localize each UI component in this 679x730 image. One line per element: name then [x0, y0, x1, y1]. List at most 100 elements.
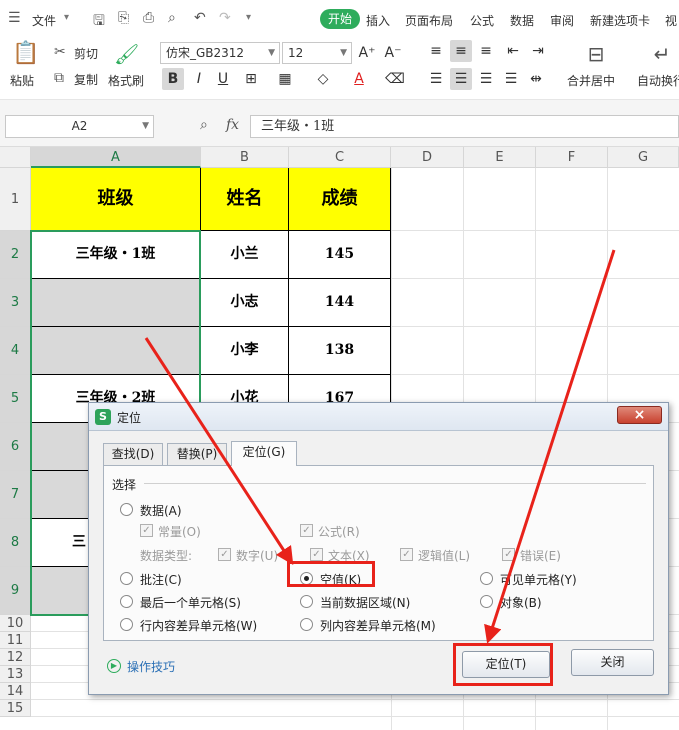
label-objects[interactable]: 对象(B)	[500, 594, 542, 611]
column-header-d[interactable]: D	[391, 147, 464, 168]
align-bottom-icon[interactable]: ≡	[475, 40, 497, 62]
label-visible[interactable]: 可见单元格(Y)	[500, 571, 577, 588]
label-logical[interactable]: 逻辑值(L)	[418, 547, 470, 564]
tab-replace[interactable]: 替换(P)	[167, 443, 227, 465]
row-header[interactable]: 4	[0, 327, 31, 375]
dialog-titlebar[interactable]: S 定位 ×	[89, 403, 668, 431]
tab-formulas[interactable]: 公式	[470, 12, 494, 29]
copy-icon[interactable]: ⧉	[54, 70, 64, 86]
cell-c1[interactable]: 成绩	[289, 168, 391, 231]
tab-find[interactable]: 查找(D)	[103, 443, 163, 465]
row-header[interactable]: 12	[0, 649, 31, 666]
label-data[interactable]: 数据(A)	[140, 502, 182, 519]
row-header[interactable]: 10	[0, 615, 31, 632]
checkbox-formula[interactable]: ✓	[300, 524, 313, 537]
paste-icon[interactable]: 📋	[12, 42, 39, 66]
merge-center-button[interactable]: 合并居中	[567, 72, 615, 89]
radio-comment[interactable]	[120, 572, 133, 585]
bold-icon[interactable]: B	[162, 68, 184, 90]
play-icon[interactable]: ▶	[107, 659, 121, 673]
tab-insert[interactable]: 插入	[366, 12, 390, 29]
row-header[interactable]: 14	[0, 683, 31, 700]
align-top-icon[interactable]: ≡	[425, 40, 447, 62]
close-icon[interactable]: ×	[617, 406, 662, 424]
customize-icon[interactable]: ▾	[246, 12, 251, 23]
row-header[interactable]: 13	[0, 666, 31, 683]
cell-b1[interactable]: 姓名	[201, 168, 289, 231]
undo-icon[interactable]: ↶	[194, 10, 206, 26]
label-text[interactable]: 文本(X)	[328, 547, 370, 564]
corner-select-all[interactable]	[0, 147, 31, 168]
radio-current-region[interactable]	[300, 595, 313, 608]
cell-b4[interactable]: 小李	[201, 327, 289, 375]
print-icon[interactable]: ⎙	[143, 10, 154, 26]
radio-row-diff[interactable]	[120, 618, 133, 631]
label-error[interactable]: 错误(E)	[520, 547, 561, 564]
row-header[interactable]: 9	[0, 567, 31, 615]
row-header[interactable]: 3	[0, 279, 31, 327]
hamburger-icon[interactable]: ☰	[8, 10, 21, 26]
row-header[interactable]: 11	[0, 632, 31, 649]
row-header[interactable]: 6	[0, 423, 31, 471]
radio-last-cell[interactable]	[120, 595, 133, 608]
tips-link[interactable]: 操作技巧	[127, 658, 175, 675]
chevron-down-icon[interactable]: ▾	[64, 12, 69, 23]
label-comment[interactable]: 批注(C)	[140, 571, 182, 588]
cell-a1[interactable]: 班级	[31, 168, 201, 231]
label-row-diff[interactable]: 行内容差异单元格(W)	[140, 617, 257, 634]
column-header-f[interactable]: F	[536, 147, 608, 168]
label-current-region[interactable]: 当前数据区域(N)	[320, 594, 410, 611]
align-center-icon[interactable]: ☰	[450, 68, 472, 90]
format-painter-icon[interactable]: 🖌	[114, 42, 139, 66]
cell-a4[interactable]	[31, 327, 201, 375]
checkbox-logical[interactable]: ✓	[400, 548, 413, 561]
tab-page-layout[interactable]: 页面布局	[405, 12, 453, 29]
checkbox-text[interactable]: ✓	[310, 548, 323, 561]
cell-b2[interactable]: 小兰	[201, 231, 289, 279]
wrap-text-button[interactable]: 自动换行	[637, 72, 679, 89]
fill-color-icon[interactable]: ◇	[312, 68, 334, 90]
tab-new[interactable]: 新建选项卡	[590, 12, 650, 29]
file-menu[interactable]: 文件	[32, 12, 56, 29]
label-number[interactable]: 数字(U)	[236, 547, 278, 564]
column-header-a[interactable]: A	[31, 147, 201, 168]
radio-col-diff[interactable]	[300, 618, 313, 631]
label-col-diff[interactable]: 列内容差异单元格(M)	[320, 617, 436, 634]
font-name-select[interactable]: 仿宋_GB2312 ▼	[160, 42, 280, 64]
align-left-icon[interactable]: ☰	[425, 68, 447, 90]
indent-decrease-icon[interactable]: ⇤	[502, 40, 524, 62]
tab-view[interactable]: 视	[665, 12, 677, 29]
paste-button[interactable]: 粘贴	[10, 72, 34, 89]
cell-b3[interactable]: 小志	[201, 279, 289, 327]
row-header[interactable]: 5	[0, 375, 31, 423]
goto-ok-button[interactable]: 定位(T)	[462, 651, 550, 678]
tab-home[interactable]: 开始	[320, 9, 361, 29]
radio-data[interactable]	[120, 503, 133, 516]
checkbox-number[interactable]: ✓	[218, 548, 231, 561]
cell-a2[interactable]: 三年级・1班	[31, 231, 201, 279]
cell-c4[interactable]: 138	[289, 327, 391, 375]
cut-button[interactable]: 剪切	[74, 45, 98, 62]
checkbox-error[interactable]: ✓	[502, 548, 515, 561]
border-icon[interactable]: ⊞	[240, 68, 262, 90]
wrap-text-icon[interactable]: ↵	[650, 42, 674, 66]
redo-icon[interactable]: ↷	[219, 10, 231, 26]
label-blank[interactable]: 空值(K)	[320, 571, 361, 588]
formula-input[interactable]: 三年级・1班	[250, 115, 679, 138]
tab-review[interactable]: 审阅	[550, 12, 574, 29]
cell-c3[interactable]: 144	[289, 279, 391, 327]
preview-icon[interactable]: ⌕	[168, 10, 176, 26]
label-formula[interactable]: 公式(R)	[318, 523, 360, 540]
zoom-icon[interactable]: ⌕	[200, 117, 208, 133]
copy-button[interactable]: 复制	[74, 71, 98, 88]
close-button[interactable]: 关闭	[571, 649, 654, 676]
radio-blank[interactable]	[300, 572, 313, 585]
column-header-g[interactable]: G	[608, 147, 679, 168]
merge-center-icon[interactable]: ⊟	[584, 42, 608, 66]
eraser-icon[interactable]: ⌫	[384, 68, 406, 90]
font-color-icon[interactable]: A	[348, 68, 370, 90]
column-header-e[interactable]: E	[464, 147, 536, 168]
label-constant[interactable]: 常量(O)	[158, 523, 201, 540]
name-box[interactable]: A2 ▼	[5, 115, 154, 138]
align-right-icon[interactable]: ☰	[475, 68, 497, 90]
